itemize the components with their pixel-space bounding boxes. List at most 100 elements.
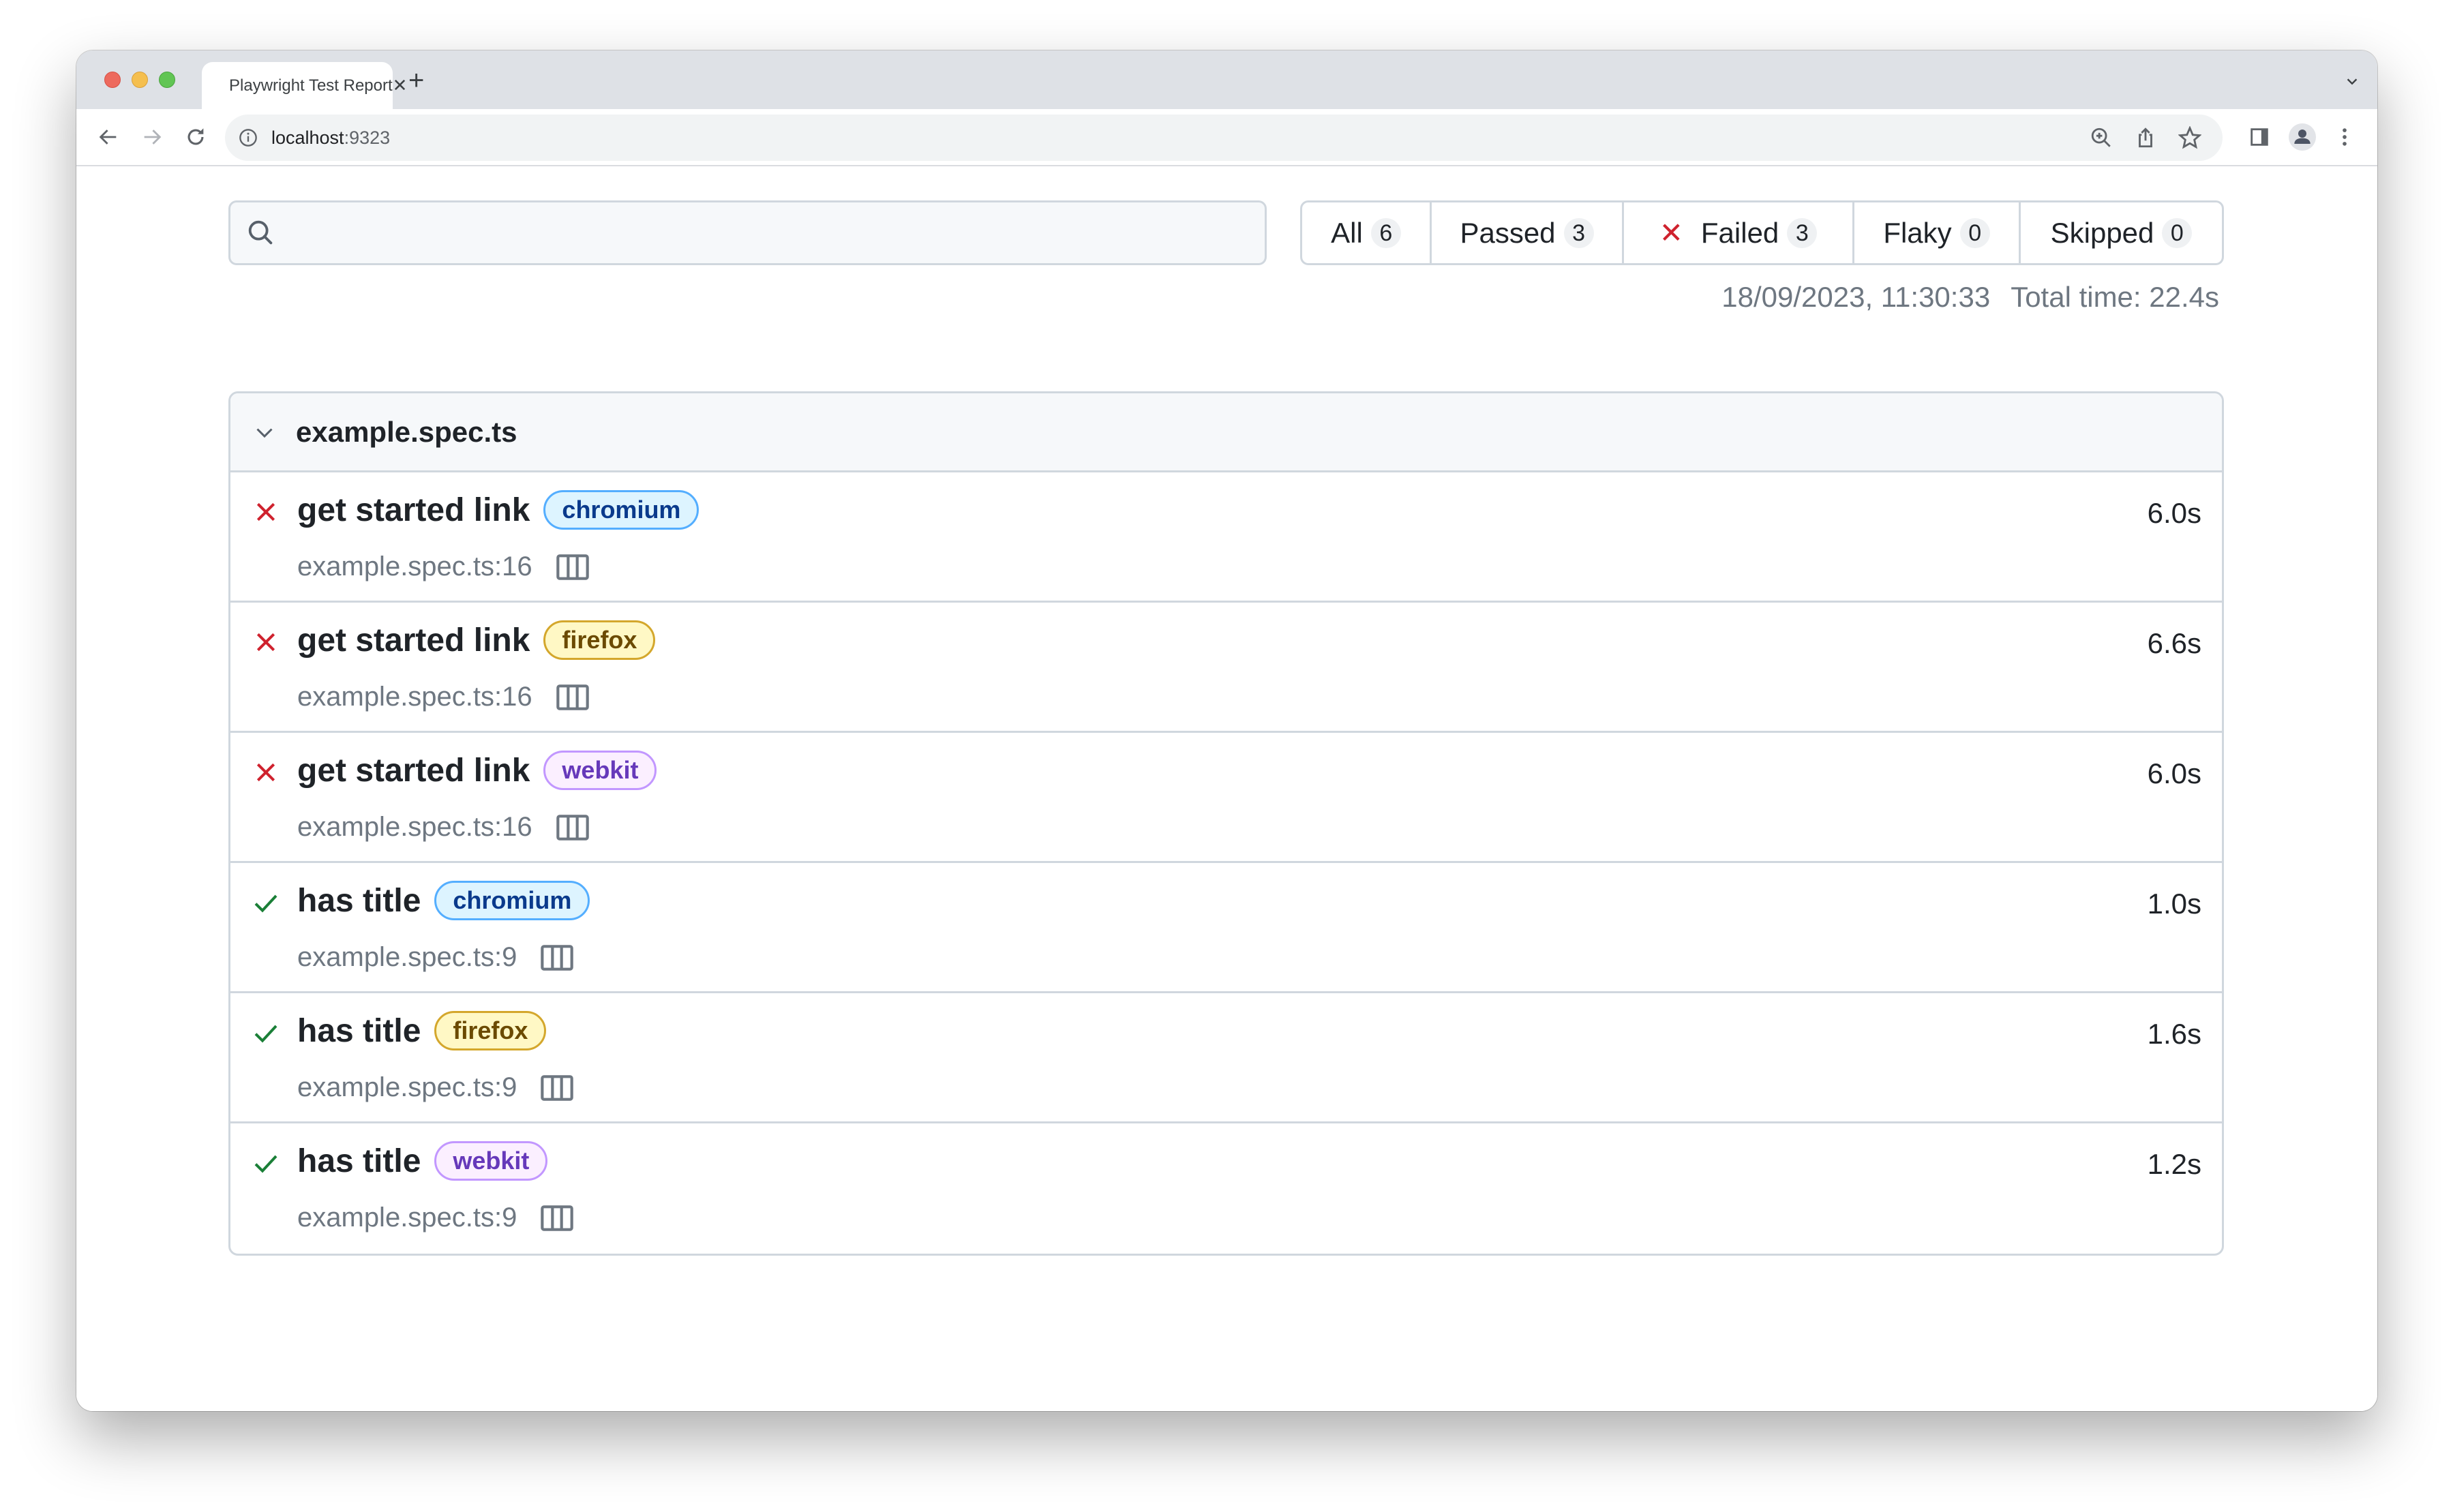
test-duration: 1.0s: [2147, 888, 2201, 920]
bookmark-star-icon[interactable]: [2178, 126, 2201, 149]
filter-count: 3: [1787, 217, 1818, 248]
chevron-down-icon[interactable]: [2345, 74, 2360, 89]
test-row[interactable]: get started link chromium example.spec.t…: [230, 472, 2222, 603]
file-group-card: example.spec.ts get started link chromiu…: [228, 391, 2224, 1256]
minimize-window-button[interactable]: [132, 72, 148, 88]
test-location-line: example.spec.ts:16: [297, 682, 590, 712]
trace-columns-icon[interactable]: [540, 943, 574, 972]
total-time: Total time: 22.4s: [2011, 281, 2219, 313]
test-title: has title: [297, 1143, 421, 1179]
test-title-line: get started link webkit: [297, 751, 657, 790]
more-menu-icon[interactable]: [2333, 125, 2356, 149]
browser-tab[interactable]: Playwright Test Report ✕: [202, 62, 407, 109]
url-host: localhost: [271, 127, 344, 148]
test-duration: 6.0s: [2147, 497, 2201, 529]
filter-count: 6: [1370, 217, 1401, 248]
passed-check-icon: [254, 1155, 277, 1173]
filter-failed[interactable]: ✕ Failed 3: [1624, 202, 1854, 263]
test-location: example.spec.ts:9: [297, 1203, 517, 1233]
close-window-button[interactable]: [104, 72, 121, 88]
filter-label: Skipped: [2050, 216, 2154, 249]
back-arrow-icon[interactable]: [97, 125, 120, 149]
test-location: example.spec.ts:9: [297, 1072, 517, 1102]
test-location: example.spec.ts:16: [297, 682, 532, 712]
failed-x-icon: [256, 763, 275, 782]
test-title-line: has title chromium: [297, 881, 590, 920]
test-title: get started link: [297, 622, 530, 659]
report-meta: 18/09/2023, 11:30:33 Total time: 22.4s: [1721, 281, 2219, 314]
project-badge[interactable]: firefox: [434, 1011, 547, 1050]
trace-columns-icon[interactable]: [556, 683, 590, 712]
filter-label: Flaky: [1883, 216, 1952, 249]
filter-skipped[interactable]: Skipped 0: [2021, 202, 2222, 263]
test-row[interactable]: get started link webkit example.spec.ts:…: [230, 733, 2222, 863]
close-tab-icon[interactable]: ✕: [393, 75, 408, 96]
passed-check-icon: [254, 1025, 277, 1043]
search-icon: [248, 220, 273, 244]
filter-all[interactable]: All 6: [1302, 202, 1432, 263]
reload-icon[interactable]: [184, 125, 207, 149]
test-location: example.spec.ts:16: [297, 812, 532, 842]
test-title: has title: [297, 882, 421, 919]
test-row[interactable]: has title chromium example.spec.ts:9 1.0…: [230, 863, 2222, 993]
project-badge[interactable]: firefox: [543, 620, 656, 660]
search-box[interactable]: [228, 200, 1267, 265]
filter-flaky[interactable]: Flaky 0: [1854, 202, 2021, 263]
report-content: All 6 Passed 3 ✕ Failed 3 Flaky 0 Skippe…: [76, 166, 2377, 1411]
failed-x-icon: [256, 502, 275, 521]
share-icon[interactable]: [2134, 126, 2157, 149]
status-filter-bar: All 6 Passed 3 ✕ Failed 3 Flaky 0 Skippe…: [1300, 200, 2224, 265]
address-bar[interactable]: localhost:9323: [225, 115, 2223, 161]
profile-avatar-icon[interactable]: [2289, 123, 2316, 151]
file-group-header[interactable]: example.spec.ts: [230, 393, 2222, 472]
test-row[interactable]: has title webkit example.spec.ts:9 1.2s: [230, 1123, 2222, 1254]
tab-title: Playwright Test Report: [229, 76, 393, 95]
trace-columns-icon[interactable]: [540, 1204, 574, 1233]
test-duration: 1.6s: [2147, 1018, 2201, 1050]
test-duration: 1.2s: [2147, 1148, 2201, 1180]
test-title-line: get started link chromium: [297, 490, 699, 530]
side-panel-icon[interactable]: [2248, 125, 2271, 149]
trace-columns-icon[interactable]: [540, 1074, 574, 1102]
chevron-down-icon: [256, 427, 273, 438]
info-icon[interactable]: [239, 128, 258, 147]
zoom-icon[interactable]: [2090, 126, 2113, 149]
test-location-line: example.spec.ts:9: [297, 1072, 574, 1103]
test-location-line: example.spec.ts:16: [297, 551, 590, 582]
filter-passed[interactable]: Passed 3: [1432, 202, 1624, 263]
browser-toolbar: localhost:9323: [76, 109, 2377, 166]
trace-columns-icon[interactable]: [556, 813, 590, 842]
filter-label: All: [1331, 216, 1363, 249]
project-badge[interactable]: webkit: [543, 751, 657, 790]
test-location-line: example.spec.ts:9: [297, 1203, 574, 1233]
test-location-line: example.spec.ts:9: [297, 942, 574, 973]
filter-label: Passed: [1460, 216, 1556, 249]
failed-x-icon: [256, 633, 275, 652]
maximize-window-button[interactable]: [159, 72, 175, 88]
test-duration: 6.6s: [2147, 627, 2201, 659]
test-row[interactable]: get started link firefox example.spec.ts…: [230, 603, 2222, 733]
test-title-line: get started link firefox: [297, 620, 656, 660]
project-badge[interactable]: webkit: [434, 1141, 548, 1181]
test-duration: 6.0s: [2147, 757, 2201, 789]
url-port: :9323: [344, 127, 391, 148]
browser-window: Playwright Test Report ✕ + localhost:932…: [76, 50, 2377, 1411]
new-tab-button[interactable]: +: [408, 67, 424, 94]
filter-count: 0: [1959, 217, 1990, 248]
filter-count: 3: [1563, 217, 1594, 248]
test-title-line: has title webkit: [297, 1141, 548, 1181]
test-title: has title: [297, 1012, 421, 1049]
filter-label: Failed: [1700, 216, 1779, 249]
project-badge[interactable]: chromium: [543, 490, 699, 530]
trace-columns-icon[interactable]: [556, 553, 590, 581]
filter-count: 0: [2162, 217, 2193, 248]
tab-strip: Playwright Test Report ✕ +: [76, 50, 2377, 109]
test-title: get started link: [297, 752, 530, 789]
test-title-line: has title firefox: [297, 1011, 547, 1050]
search-input[interactable]: [277, 202, 1265, 263]
forward-arrow-icon[interactable]: [140, 125, 164, 149]
test-location-line: example.spec.ts:16: [297, 812, 590, 843]
project-badge[interactable]: chromium: [434, 881, 590, 920]
passed-check-icon: [254, 894, 277, 913]
test-row[interactable]: has title firefox example.spec.ts:9 1.6s: [230, 993, 2222, 1123]
